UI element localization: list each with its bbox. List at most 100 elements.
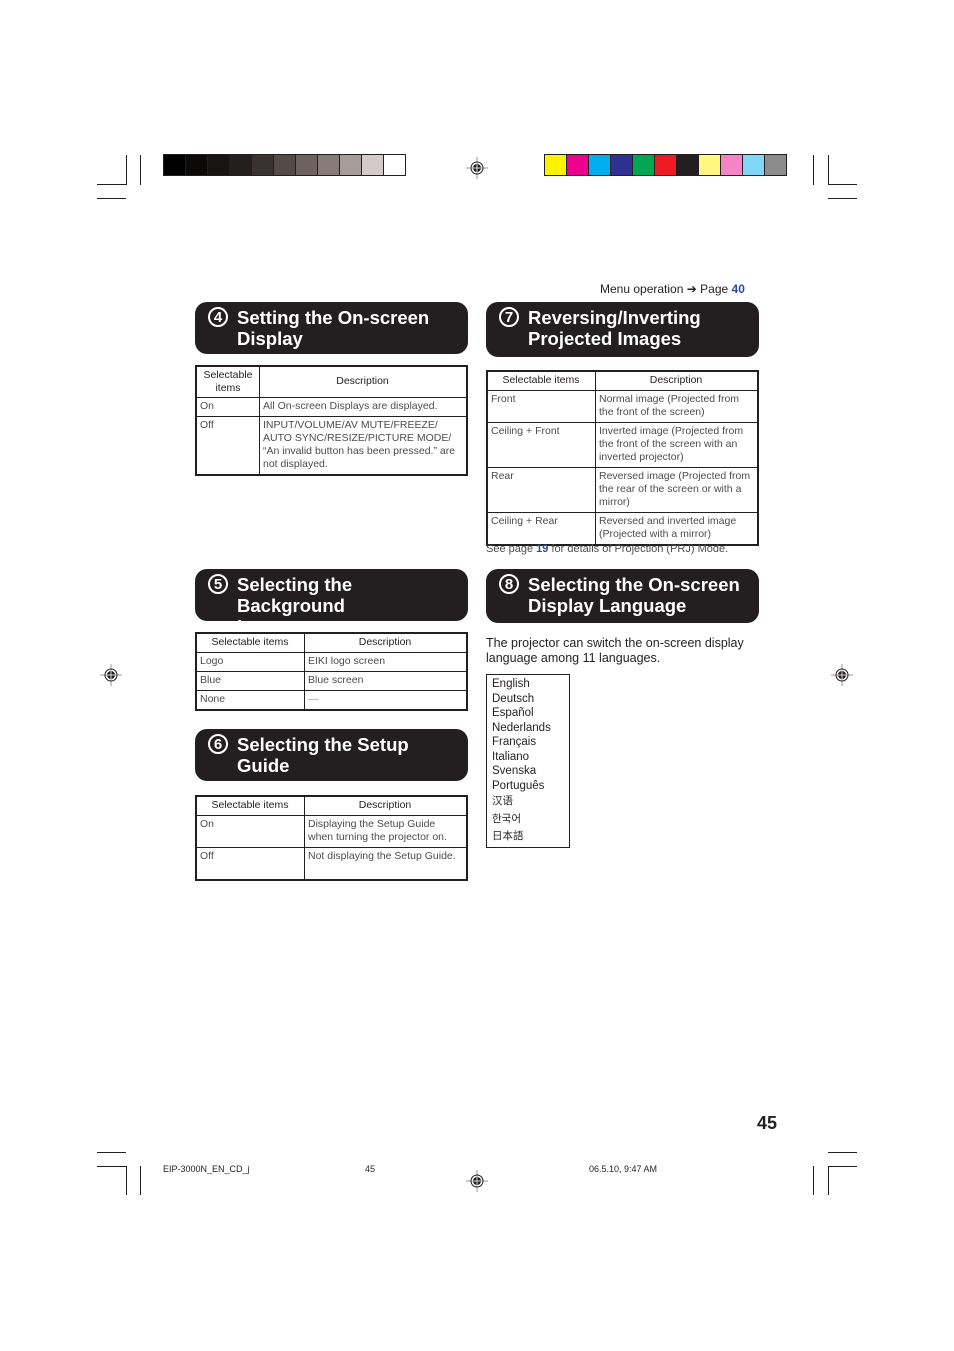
language-intro-text: The projector can switch the on-screen d… [486,636,744,665]
section-title-line1: Setting the On-screen [237,307,430,328]
section-title-line2: Guide [237,755,290,776]
table-row: Ceiling + Rear Reversed and inverted ima… [486,512,759,546]
table-header-row: Selectable items Description [195,365,468,398]
table-row: On Displaying the Setup Guide when turni… [195,815,468,848]
column-header: Selectable items [486,370,596,391]
table-row: Blue Blue screen [195,671,468,691]
language-item: Italiano [492,750,530,763]
menu-operation-reference: Menu operation ➔ Page 40 [600,282,745,296]
on-screen-display-table: Selectable items Description On All On-s… [195,365,468,476]
description-cell: — [304,690,468,711]
item-cell: Rear [486,467,596,513]
crop-mark [828,184,857,185]
crop-mark [828,198,857,199]
table-header-row: Selectable items Description [486,370,759,391]
table-row: Rear Reversed image (Projected from the … [486,467,759,513]
column-header: Selectable items [195,365,260,398]
crop-mark [97,184,126,185]
page-link[interactable]: 19 [536,543,548,555]
color-swatch [186,155,207,175]
description-cell: Normal image (Projected from the front o… [595,390,759,423]
background-image-table: Selectable items Description Logo EIKI l… [195,632,468,711]
description-cell: Blue screen [304,671,468,691]
color-swatch [655,155,676,175]
color-swatch [296,155,317,175]
color-swatch [340,155,361,175]
language-item: English [492,678,530,690]
color-swatch [384,155,405,175]
description-cell: Reversed image (Projected from the rear … [595,467,759,513]
section-number-badge: 5 [208,574,228,594]
menu-ref-label: Menu operation [600,282,684,296]
description-cell: Displaying the Setup Guide when turning … [304,815,468,848]
section-number-badge: 8 [499,574,519,594]
footer-page: 45 [365,1164,376,1174]
crop-mark [126,155,127,185]
language-item: Français [492,736,537,748]
color-swatch [611,155,632,175]
table-row: Logo EIKI logo screen [195,652,468,672]
setup-guide-table: Selectable items Description On Displayi… [195,795,468,881]
language-list: English Deutsch Español Nederlands Français I… [486,674,570,848]
color-swatch [721,155,742,175]
footer-filename: EIP-3000N_EN_CD_j [163,1164,250,1174]
color-swatch [567,155,588,175]
column-header: Selectable items [195,795,305,816]
column-header: Description [304,795,468,816]
item-cell: Off [195,416,260,476]
crop-mark [828,1166,857,1167]
color-swatch [318,155,339,175]
language-item: 汉语 [492,795,513,807]
section-title-line1: Selecting the Setup [237,734,409,755]
table-row: Ceiling + Front Inverted image (Projecte… [486,422,759,468]
language-item: 日本語 [492,830,524,842]
table-header-row: Selectable items Description [195,795,468,816]
projection-note: See page 19 for details of Projection (P… [486,543,728,555]
page-link[interactable]: 40 [732,282,745,296]
section-title-line2: Display [237,328,303,349]
color-swatch [230,155,251,175]
projection-mode-table: Selectable items Description Front Norma… [486,370,759,546]
language-item: Español [492,707,534,719]
language-item: 한국어 [492,812,521,825]
section-number-badge: 7 [499,307,519,327]
color-swatch [633,155,654,175]
color-swatch [208,155,229,175]
registration-mark-icon [466,157,488,179]
description-cell: Inverted image (Projected from the front… [595,422,759,468]
section-6-heading: 6 Selecting the Setup Guide [195,729,468,781]
crop-mark [140,155,141,185]
table-row: Off INPUT/VOLUME/AV MUTE/FREEZE/ AUTO SY… [195,416,468,476]
section-title-line2: Projected Images [528,328,682,349]
item-cell: On [195,815,305,848]
crop-mark [140,1166,141,1195]
crop-mark [126,1166,127,1195]
arrow-right-icon: ➔ [686,282,697,296]
note-suffix: for details of Projection (PRJ) Mode. [551,543,729,555]
color-swatch [765,155,786,175]
color-swatch [362,155,383,175]
section-title-line2: Display Language [528,595,687,616]
table-row: Off Not displaying the Setup Guide. [195,847,468,881]
column-header: Description [595,370,759,391]
language-item: Svenska [492,765,537,777]
crop-mark [813,1166,814,1195]
language-item: Deutsch [492,692,535,705]
item-cell: Ceiling + Front [486,422,596,468]
color-swatch [699,155,720,175]
table-row: Front Normal image (Projected from the f… [486,390,759,423]
grayscale-color-bar [163,154,406,176]
section-number-badge: 4 [208,307,228,327]
process-color-bar [544,154,787,176]
item-cell: Front [486,390,596,423]
column-header: Description [304,632,468,653]
registration-mark-icon [100,664,122,686]
color-swatch [545,155,566,175]
crop-mark [97,1166,126,1167]
description-cell: Not displaying the Setup Guide. [304,847,468,881]
color-swatch [677,155,698,175]
description-cell: Reversed and inverted image (Projected w… [595,512,759,546]
section-title-line1: Selecting the On-screen [528,574,740,595]
table-row: On All On-screen Displays are displayed. [195,397,468,417]
crop-mark [97,198,126,199]
